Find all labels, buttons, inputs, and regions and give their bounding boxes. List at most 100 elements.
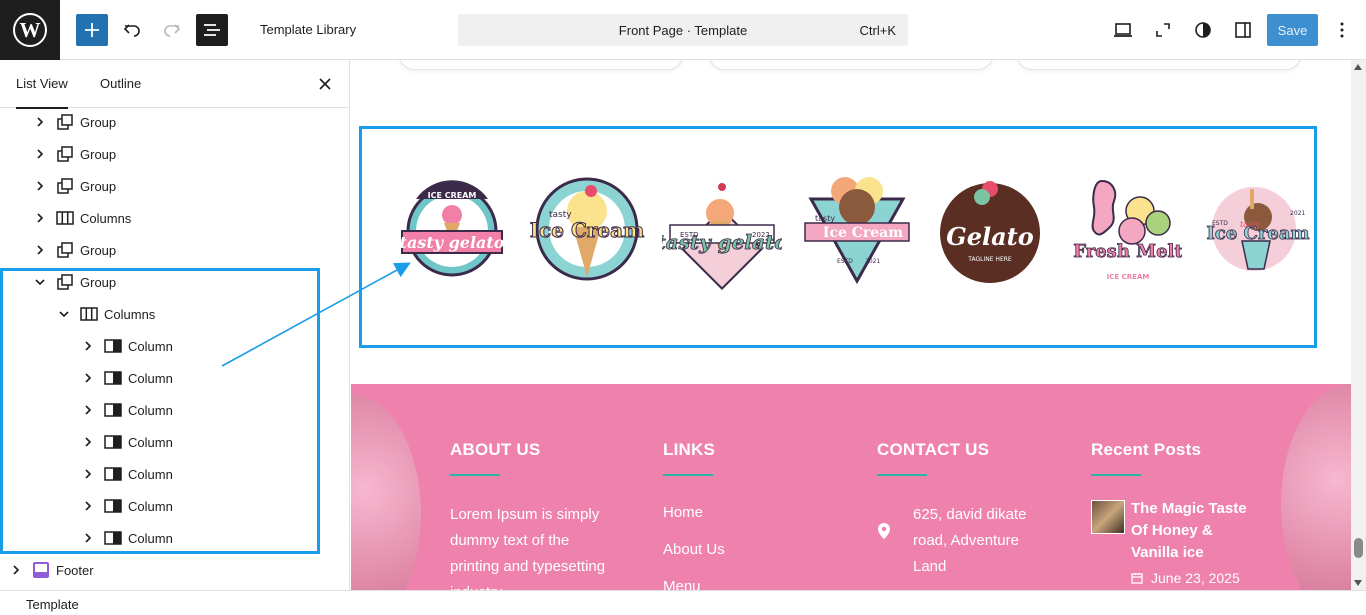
chevron-right-icon[interactable]: [80, 402, 96, 418]
chevron-right-icon[interactable]: [80, 530, 96, 546]
tree-item-label: Column: [128, 434, 173, 450]
tree-item-label: Group: [80, 178, 117, 194]
canvas-scrollbar[interactable]: [1351, 60, 1366, 590]
calendar-icon: [1131, 573, 1143, 584]
chevron-down-icon[interactable]: [32, 274, 48, 290]
chevron-right-icon[interactable]: [80, 466, 96, 482]
footer-links-heading: LINKS: [663, 440, 715, 459]
tree-item-label: Column: [128, 466, 173, 482]
svg-text:tasty: tasty: [549, 210, 572, 220]
recent-post-title[interactable]: The Magic Taste Of Honey & Vanilla ice: [1131, 498, 1256, 564]
chevron-right-icon[interactable]: [32, 146, 48, 162]
scroll-thumb[interactable]: [1354, 538, 1363, 558]
logo-ice-cream-7[interactable]: Ice Cream ESTD 2021 tasty: [1194, 171, 1314, 291]
tree-item-label: Footer: [56, 562, 94, 578]
column-block-icon: [104, 433, 122, 451]
tree-item-group[interactable]: Group: [32, 234, 349, 266]
columns-block-icon: [80, 305, 98, 323]
tree-item-column[interactable]: Column: [80, 458, 349, 490]
undo-button[interactable]: [116, 14, 148, 46]
column-block-icon: [104, 529, 122, 547]
tree-item-column[interactable]: Column: [80, 394, 349, 426]
style-contrast-icon[interactable]: [1187, 14, 1219, 46]
tree-item-label: Columns: [80, 210, 132, 226]
tree-item-group[interactable]: Group: [32, 170, 349, 202]
tree-item-group[interactable]: Group: [32, 266, 349, 298]
add-block-button[interactable]: [76, 14, 108, 46]
group-block-icon: [56, 145, 74, 163]
heading-underline: [663, 474, 713, 476]
logos-columns-block[interactable]: ICE CREAM tasty gelato Ice Cream tasty t…: [359, 126, 1317, 348]
tree-item-columns[interactable]: Columns: [56, 298, 349, 330]
chevron-right-icon[interactable]: [80, 498, 96, 514]
tree-item-label: Group: [80, 242, 117, 258]
svg-text:tasty: tasty: [1240, 220, 1260, 229]
tab-outline[interactable]: Outline: [100, 60, 141, 108]
redo-button[interactable]: [156, 14, 188, 46]
command-palette-button[interactable]: Front Page · Template Ctrl+K: [458, 14, 908, 46]
more-options-icon[interactable]: [1326, 14, 1358, 46]
scroll-down-arrow[interactable]: [1354, 580, 1362, 586]
tree-item-column[interactable]: Column: [80, 362, 349, 394]
tree-item-footer[interactable]: Footer: [8, 554, 328, 586]
list-view-sidebar: List View Outline Group Group Group Columns…: [0, 60, 350, 590]
footer-contact-column: CONTACT US 625, david dikate road, Adven…: [877, 440, 1047, 580]
tree-item-group[interactable]: Group: [32, 138, 349, 170]
post-thumbnail[interactable]: [1091, 500, 1125, 534]
svg-text:2022: 2022: [752, 231, 770, 239]
chevron-right-icon[interactable]: [32, 242, 48, 258]
fullscreen-icon[interactable]: [1147, 14, 1179, 46]
tree-item-column[interactable]: Column: [80, 426, 349, 458]
footer-contact-heading: CONTACT US: [877, 440, 990, 459]
columns-block-icon: [56, 209, 74, 227]
desktop-preview-icon[interactable]: [1107, 14, 1139, 46]
svg-text:Ice Cream: Ice Cream: [530, 218, 645, 242]
footer-about-heading: ABOUT US: [450, 440, 541, 459]
tree-item-columns[interactable]: Columns: [32, 202, 349, 234]
site-title[interactable]: Template Library: [260, 22, 356, 37]
sidebar-toggle-icon[interactable]: [1227, 14, 1259, 46]
card-bottom-edge: [709, 60, 993, 70]
logo-gelato-5[interactable]: Gelato TAGLINE HERE: [930, 171, 1050, 291]
tree-item-column[interactable]: Column: [80, 330, 349, 362]
close-icon[interactable]: [316, 75, 334, 93]
tree-item-column[interactable]: Column: [80, 490, 349, 522]
logo-ice-cream-2[interactable]: Ice Cream tasty: [527, 171, 647, 291]
footer-link-home[interactable]: Home: [663, 504, 833, 521]
footer-about-column: ABOUT US Lorem Ipsum is simply dummy tex…: [450, 440, 620, 590]
chevron-right-icon[interactable]: [80, 434, 96, 450]
logo-tasty-gelato-3[interactable]: tasty gelato ESTD 2022: [662, 171, 782, 291]
list-view-button[interactable]: [196, 14, 228, 46]
recent-post-date-row: June 23, 2025: [1131, 570, 1271, 586]
chevron-down-icon[interactable]: [56, 306, 72, 322]
svg-text:tasty gelato: tasty gelato: [400, 233, 505, 252]
chevron-right-icon[interactable]: [80, 370, 96, 386]
tree-item-label: Group: [80, 274, 117, 290]
logo-fresh-melt-6[interactable]: Fresh Melt ICE CREAM: [1062, 171, 1182, 291]
chevron-right-icon[interactable]: [80, 338, 96, 354]
chevron-right-icon[interactable]: [32, 210, 48, 226]
chevron-right-icon[interactable]: [32, 178, 48, 194]
column-block-icon: [104, 369, 122, 387]
logo-ice-cream-4[interactable]: Ice Cream tasty ESTD 2021: [797, 171, 917, 291]
wordpress-logo-icon[interactable]: W: [0, 0, 60, 60]
footer-about-text: Lorem Ipsum is simply dummy text of the …: [450, 506, 606, 590]
footer-block-icon: [32, 561, 50, 579]
save-button[interactable]: Save: [1267, 14, 1318, 46]
svg-text:tasty: tasty: [815, 214, 835, 223]
breadcrumb-template[interactable]: Template: [26, 597, 79, 612]
scroll-up-arrow[interactable]: [1354, 64, 1362, 70]
ice-cream-scoop-decoration: [351, 394, 421, 590]
footer-link-menu[interactable]: Menu: [663, 578, 833, 590]
heading-underline: [1091, 474, 1141, 476]
chevron-right-icon[interactable]: [32, 114, 48, 130]
logo-tasty-gelato-1[interactable]: ICE CREAM tasty gelato: [392, 171, 512, 291]
tree-item-column[interactable]: Column: [80, 522, 349, 554]
tab-list-view[interactable]: List View: [16, 60, 68, 109]
svg-text:ESTD: ESTD: [1212, 220, 1228, 227]
tree-item-group[interactable]: Group: [32, 106, 349, 138]
tree-item-label: Column: [128, 338, 173, 354]
column-block-icon: [104, 337, 122, 355]
footer-link-about[interactable]: About Us: [663, 541, 833, 558]
chevron-right-icon[interactable]: [8, 562, 24, 578]
